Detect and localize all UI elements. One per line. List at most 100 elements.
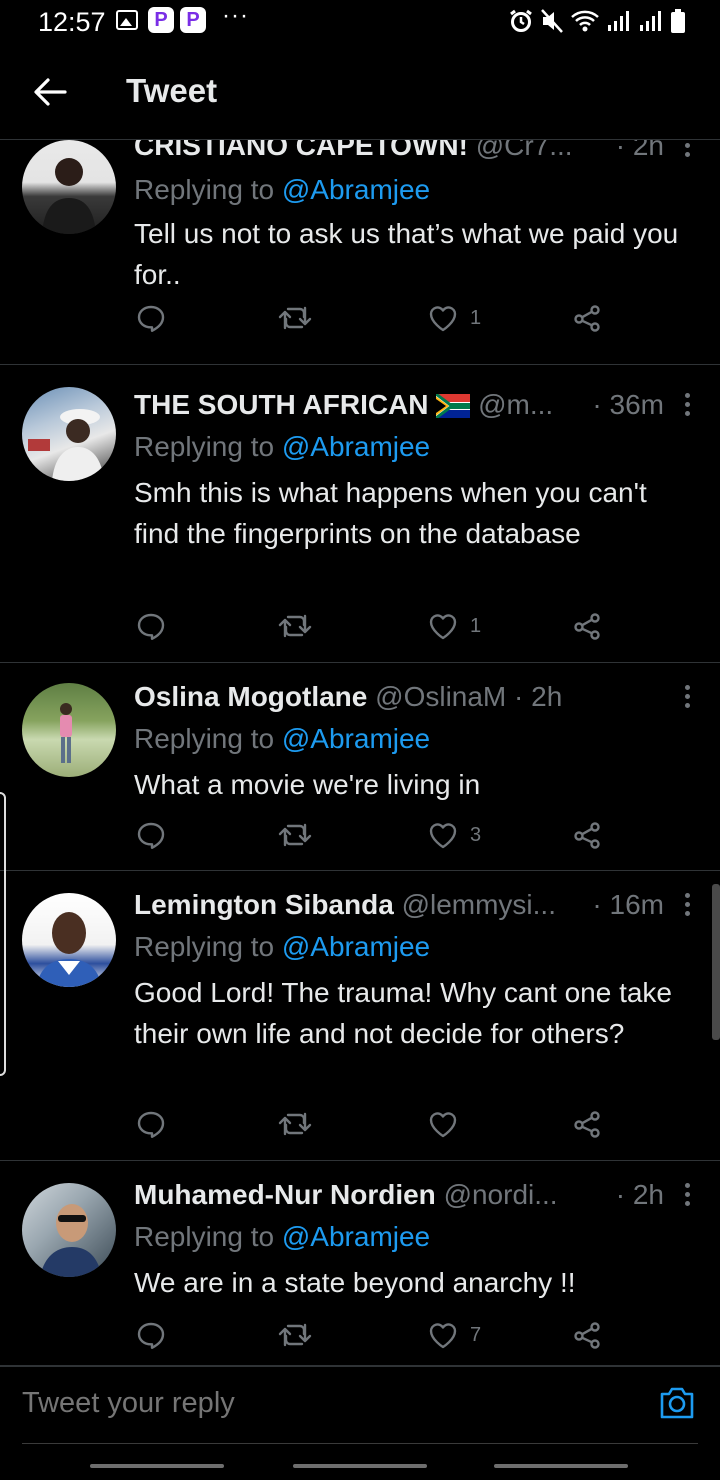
tweet-time: · 2h — [615, 140, 664, 161]
edge-panel-handle[interactable] — [0, 792, 6, 1076]
gallery-icon — [116, 10, 138, 30]
tweet[interactable]: CRISTIANO CAPETOWN! @Cr7... · 2h Replyin… — [0, 140, 720, 365]
like-button[interactable] — [428, 1104, 470, 1144]
camera-icon[interactable] — [658, 1385, 696, 1421]
reply-button[interactable] — [136, 1104, 166, 1144]
tweet-actions: 1 — [134, 606, 614, 646]
more-options-icon[interactable] — [682, 140, 692, 160]
avatar[interactable] — [22, 387, 116, 481]
more-options-icon[interactable] — [682, 685, 692, 711]
retweet-button[interactable] — [278, 1315, 312, 1355]
share-icon — [574, 1322, 600, 1349]
tweet[interactable]: Lemington Sibanda @lemmysi... · 16m Repl… — [0, 871, 720, 1161]
tweet-actions: 7 — [134, 1315, 614, 1355]
tweet-header: THE SOUTH AFRICAN @m... — [134, 385, 664, 425]
author-handle[interactable]: @nordi... — [444, 1179, 558, 1210]
battery-icon — [671, 9, 685, 33]
retweet-button[interactable] — [278, 298, 312, 338]
more-options-icon[interactable] — [682, 393, 692, 419]
p-app-icon: P — [148, 7, 174, 33]
reply-input[interactable] — [22, 1387, 582, 1420]
tweet[interactable]: Muhamed-Nur Nordien @nordi... · 2h Reply… — [0, 1161, 720, 1366]
author-name[interactable]: THE SOUTH AFRICAN — [134, 389, 429, 420]
avatar[interactable] — [22, 683, 116, 777]
reply-icon — [137, 613, 165, 640]
south-africa-flag-icon — [436, 394, 471, 418]
like-button[interactable]: 1 — [428, 606, 481, 646]
reply-button[interactable] — [136, 815, 166, 855]
retweet-button[interactable] — [278, 815, 312, 855]
mention-link[interactable]: @Abramjee — [282, 174, 430, 205]
avatar[interactable] — [22, 893, 116, 987]
heart-icon — [429, 823, 457, 849]
retweet-icon — [278, 1112, 312, 1136]
author-handle[interactable]: @Cr7... — [476, 140, 573, 161]
reply-button[interactable] — [136, 606, 166, 646]
tweet-header: Muhamed-Nur Nordien @nordi... — [134, 1175, 664, 1215]
retweet-button[interactable] — [278, 606, 312, 646]
nav-back[interactable] — [494, 1464, 628, 1468]
status-bar: 12:57 P P ··· — [0, 0, 720, 44]
tweet-actions: 1 — [134, 298, 614, 338]
retweet-button[interactable] — [278, 1104, 312, 1144]
share-icon — [574, 613, 600, 640]
mention-link[interactable]: @Abramjee — [282, 431, 430, 462]
reply-icon — [137, 1111, 165, 1138]
nav-recents[interactable] — [90, 1464, 224, 1468]
p-app-icon: P — [180, 7, 206, 33]
tweet-actions — [134, 1104, 614, 1144]
tweet[interactable]: Oslina Mogotlane @OslinaM · 2h Replying … — [0, 663, 720, 871]
tweet[interactable]: THE SOUTH AFRICAN @m... · 36m Replying t… — [0, 365, 720, 663]
replying-to: Replying to @Abramjee — [134, 431, 431, 462]
heart-icon — [429, 1323, 457, 1349]
retweet-icon — [278, 614, 312, 638]
mention-link[interactable]: @Abramjee — [282, 931, 430, 962]
tweet-header: Oslina Mogotlane @OslinaM · 2h — [134, 677, 664, 717]
avatar[interactable] — [22, 140, 116, 234]
wifi-icon — [571, 10, 599, 32]
app-header: Tweet — [0, 44, 720, 140]
retweet-icon — [278, 823, 312, 847]
heart-icon — [429, 614, 457, 640]
author-name[interactable]: CRISTIANO CAPETOWN! — [134, 140, 468, 161]
reply-icon — [137, 305, 165, 332]
tweet-time: · 16m — [592, 889, 664, 920]
like-count: 1 — [470, 306, 482, 329]
share-button[interactable] — [572, 606, 602, 646]
author-name[interactable]: Lemington Sibanda — [134, 889, 394, 920]
replying-to: Replying to @Abramjee — [134, 1221, 431, 1252]
replying-to: Replying to @Abramjee — [134, 931, 431, 962]
tweet-text: Tell us not to ask us that’s what we pai… — [134, 218, 679, 290]
mention-link[interactable]: @Abramjee — [282, 723, 430, 754]
author-name[interactable]: Muhamed-Nur Nordien — [134, 1179, 436, 1210]
share-button[interactable] — [572, 1104, 602, 1144]
like-button[interactable]: 1 — [428, 298, 481, 338]
like-button[interactable]: 3 — [428, 815, 481, 855]
system-nav-bar — [0, 1446, 720, 1480]
status-icons — [508, 7, 686, 35]
tweet-text: We are in a state beyond anarchy !! — [134, 1267, 576, 1298]
scrollbar[interactable] — [712, 884, 720, 1040]
status-time: 12:57 — [38, 7, 106, 37]
tweet-time: · 36m — [592, 389, 664, 420]
replies-feed[interactable]: CRISTIANO CAPETOWN! @Cr7... · 2h Replyin… — [0, 140, 720, 1366]
reply-composer — [0, 1366, 720, 1444]
more-options-icon[interactable] — [682, 1183, 692, 1209]
like-count: 3 — [470, 823, 482, 846]
reply-button[interactable] — [136, 1315, 166, 1355]
author-handle[interactable]: @lemmysi... — [402, 889, 556, 920]
share-button[interactable] — [572, 1315, 602, 1355]
tweet-text: Good Lord! The trauma! Why cant one take… — [134, 977, 673, 1049]
mention-link[interactable]: @Abramjee — [282, 1221, 430, 1252]
author-handle[interactable]: @m... — [478, 389, 553, 420]
nav-home[interactable] — [293, 1464, 427, 1468]
like-button[interactable]: 7 — [428, 1315, 481, 1355]
author-handle[interactable]: @OslinaM — [375, 681, 506, 712]
share-button[interactable] — [572, 815, 602, 855]
avatar[interactable] — [22, 1183, 116, 1277]
more-options-icon[interactable] — [682, 893, 692, 919]
share-button[interactable] — [572, 298, 602, 338]
back-arrow-icon[interactable] — [32, 74, 68, 110]
reply-button[interactable] — [136, 298, 166, 338]
author-name[interactable]: Oslina Mogotlane — [134, 681, 367, 712]
